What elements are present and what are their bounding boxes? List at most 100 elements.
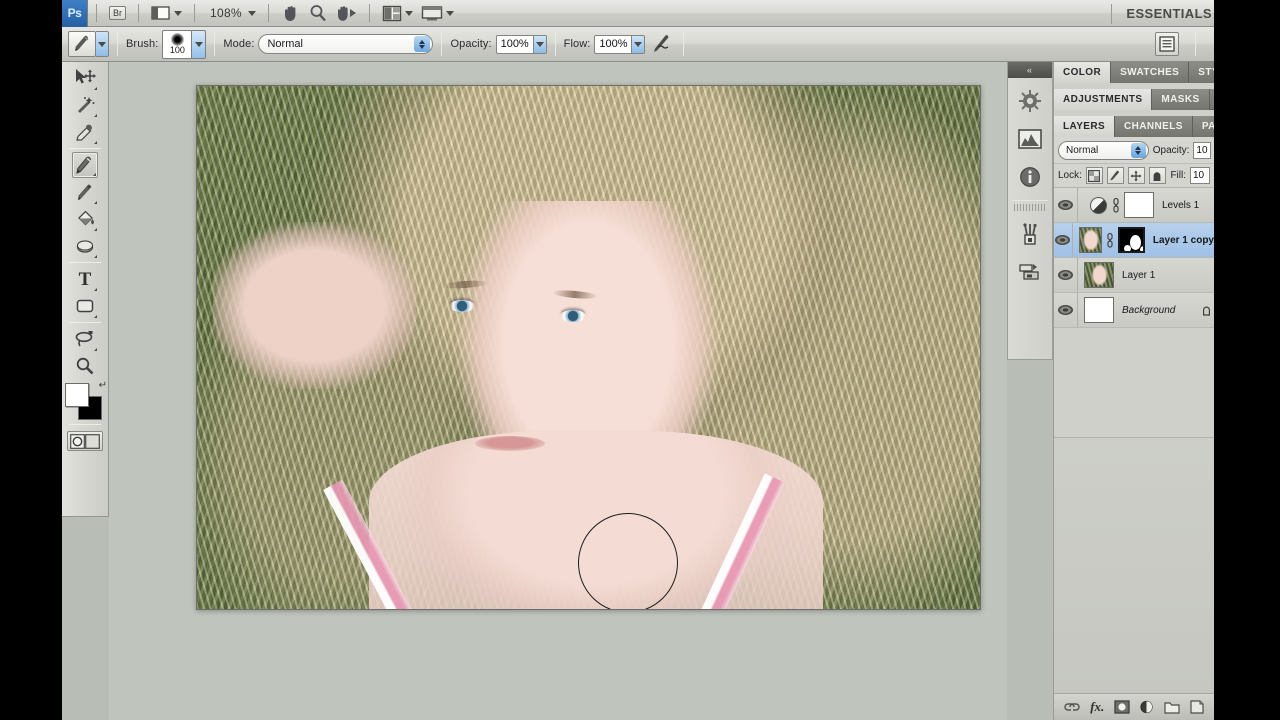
zoom-level-control[interactable]: 108% (203, 2, 260, 24)
brush-preset-caret[interactable] (192, 29, 207, 59)
layer-style-button[interactable]: fx. (1088, 698, 1106, 716)
blend-mode-select[interactable]: Normal (258, 34, 434, 54)
appbar-divider-4 (267, 4, 269, 22)
swap-colors-icon[interactable]: ↵ (99, 380, 107, 391)
sidebar-item-paint-bucket-tool[interactable] (72, 206, 98, 232)
brushes-panel-icon (1023, 223, 1037, 245)
layer-image-thumb[interactable] (1084, 262, 1114, 288)
tab-layers[interactable]: LAYERS (1054, 116, 1116, 137)
link-icon[interactable] (1111, 197, 1120, 213)
layer-visibility-toggle[interactable] (1054, 188, 1078, 222)
appbar-divider-3 (194, 4, 195, 22)
sidebar-item-eyedropper-tool[interactable] (72, 119, 98, 145)
tab-paths[interactable]: PATHS (1192, 116, 1214, 137)
table-row[interactable]: Background (1054, 293, 1214, 328)
tool-more-corner-type (94, 288, 97, 291)
table-row[interactable]: Layer 1 copy (1054, 223, 1214, 258)
airbrush-toggle-button[interactable] (651, 32, 675, 56)
brush-preview-thumb: 100 (162, 29, 193, 59)
new-group-button[interactable] (1163, 698, 1181, 716)
layer-mask-thumb[interactable] (1117, 227, 1145, 253)
tool-presets-panel-button[interactable] (1015, 257, 1045, 287)
info-panel-button[interactable] (1015, 162, 1045, 192)
layer-mask-thumb[interactable] (1124, 192, 1154, 218)
arrange-documents-button[interactable] (378, 2, 417, 24)
rotate-view-tool-icon (335, 4, 357, 22)
layer-visibility-toggle[interactable] (1054, 223, 1073, 257)
sidebar-item-rectangle-shape-tool[interactable] (72, 293, 98, 319)
document-canvas-area[interactable] (109, 62, 1007, 720)
workspace-switcher[interactable]: ESSENTIALS (1111, 0, 1214, 27)
lock-transparent-pixels-button[interactable] (1085, 167, 1103, 184)
select-arrows-icon (414, 36, 431, 52)
link-icon[interactable] (1106, 232, 1114, 248)
sidebar-item-lasso-tool[interactable] (72, 326, 98, 352)
color-chips[interactable]: ↵ (65, 380, 107, 421)
lock-label: Lock: (1058, 170, 1082, 181)
layers-panel-footer: fx. (1054, 693, 1214, 720)
opacity-caret[interactable] (533, 34, 547, 54)
sidebar-item-brush-tool[interactable] (72, 152, 98, 178)
layer-image-thumb[interactable] (1078, 227, 1102, 253)
histogram-panel-button[interactable] (1015, 124, 1045, 154)
brushes-panel-button[interactable] (1015, 219, 1045, 249)
info-panel-icon (1020, 167, 1040, 187)
table-row[interactable]: Layer 1 (1054, 258, 1214, 293)
brush-tip-preview-icon (170, 32, 184, 46)
screen-mode-button[interactable] (417, 2, 458, 24)
layer-image-thumb[interactable] (1084, 297, 1114, 323)
sidebar-item-move-tool[interactable] (72, 65, 98, 91)
tool-preset-picker[interactable] (68, 31, 109, 57)
layer-visibility-toggle[interactable] (1054, 293, 1078, 327)
rotate-view-tool-button[interactable] (331, 2, 361, 24)
layer-visibility-toggle[interactable] (1054, 258, 1078, 292)
tab-channels[interactable]: CHANNELS (1115, 116, 1193, 137)
new-layer-button[interactable] (1188, 698, 1206, 716)
hand-tool-button[interactable] (277, 2, 305, 24)
bridge-launch-button[interactable]: Br (105, 2, 130, 24)
tab-styles[interactable]: STYLES (1189, 62, 1214, 83)
quick-mask-toggle[interactable] (67, 431, 103, 451)
lock-image-pixels-button[interactable] (1106, 167, 1124, 184)
brush-presets-panel-button[interactable] (1155, 32, 1179, 56)
opacity-control[interactable]: 100% (495, 34, 547, 54)
sidebar-item-zoom-tool[interactable] (72, 353, 98, 379)
tool-preset-caret[interactable] (96, 31, 109, 57)
flow-caret[interactable] (632, 34, 646, 54)
new-adjustment-layer-button[interactable] (1138, 698, 1156, 716)
options-divider-4 (554, 32, 556, 56)
flow-control[interactable]: 100% (594, 34, 646, 54)
sidebar-item-magic-wand-tool[interactable] (72, 92, 98, 118)
toolbox-divider-1 (69, 148, 101, 149)
layer-opacity-input[interactable]: 10 (1193, 142, 1211, 159)
chevron-down-icon-toolpreset (98, 41, 106, 47)
view-extras-button[interactable] (147, 2, 186, 24)
layer-fill-input[interactable]: 10 (1190, 167, 1210, 184)
link-layers-button[interactable] (1063, 698, 1081, 716)
mask-shape (1139, 246, 1143, 251)
table-row[interactable]: Levels 1 (1054, 188, 1214, 223)
appbar-divider-5 (368, 4, 370, 22)
sidebar-item-dodge-tool[interactable] (72, 233, 98, 259)
layer-blend-mode-select[interactable]: Normal (1058, 141, 1149, 160)
lock-position-button[interactable] (1127, 167, 1145, 184)
tab-masks[interactable]: MASKS (1152, 89, 1210, 110)
zoom-tool-button[interactable] (305, 2, 331, 24)
workspace-label: ESSENTIALS (1126, 6, 1212, 21)
brush-preset-picker[interactable]: 100 (162, 29, 207, 59)
tab-swatches[interactable]: SWATCHES (1111, 62, 1190, 83)
document-image[interactable] (196, 85, 981, 610)
opacity-input[interactable]: 100% (495, 34, 534, 54)
lock-all-button[interactable] (1148, 167, 1166, 184)
navigator-panel-button[interactable] (1015, 86, 1045, 116)
flow-input[interactable]: 100% (594, 34, 633, 54)
tab-color[interactable]: COLOR (1054, 62, 1112, 83)
foreground-color-chip[interactable] (65, 383, 89, 407)
dock-grip-handle[interactable] (1014, 204, 1046, 211)
dock-collapse-button[interactable]: « (1008, 62, 1052, 78)
sidebar-item-type-tool[interactable]: T (72, 266, 98, 292)
tab-adjustments[interactable]: ADJUSTMENTS (1054, 89, 1153, 110)
tool-options-bar: Brush: 100 Mode: Normal Opacity: 100% Fl… (62, 27, 1214, 62)
add-layer-mask-button[interactable] (1113, 698, 1131, 716)
sidebar-item-clone-stamp-tool[interactable] (72, 179, 98, 205)
